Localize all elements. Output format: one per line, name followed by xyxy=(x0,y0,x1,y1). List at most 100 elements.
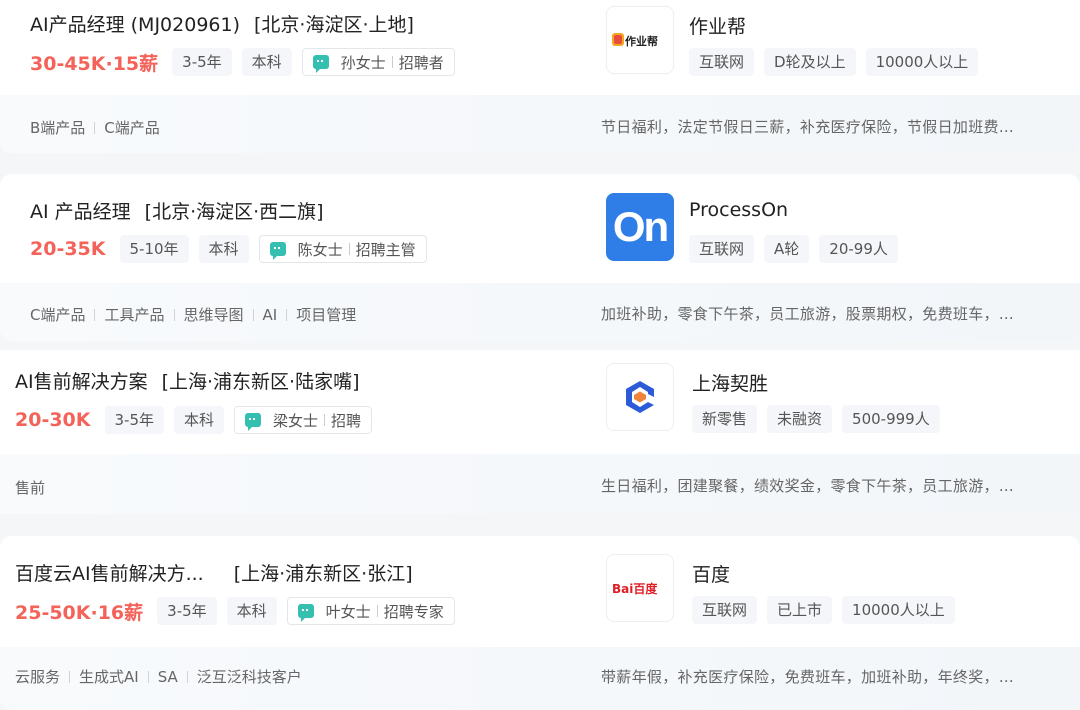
company-name[interactable]: ProcessOn xyxy=(689,199,788,221)
job-meta-row: 20-30K 3-5年 本科 梁女士 招聘 xyxy=(15,406,373,434)
salary: 20-30K xyxy=(15,409,91,431)
job-location: [北京·海淀区·上地] xyxy=(254,14,414,36)
size-tag: 10000人以上 xyxy=(842,596,955,624)
job-meta-row: 25-50K·16薪 3-5年 本科 叶女士 招聘专家 xyxy=(15,597,455,625)
welfare-text: 加班补助，零食下午茶，员工旅游，股票期权，免费班车，… xyxy=(601,305,1015,323)
welfare-text: 生日福利，团建聚餐，绩效奖金，零食下午茶，员工旅游，… xyxy=(601,477,1015,495)
company-logo[interactable]: Bai百度 xyxy=(606,554,674,622)
divider xyxy=(173,308,175,321)
chat-recruiter-button[interactable]: 叶女士 招聘专家 xyxy=(286,597,455,625)
recruiter-name: 孙女士 xyxy=(340,53,386,72)
recruiter-role: 招聘主管 xyxy=(355,240,416,259)
company-name[interactable]: 作业帮 xyxy=(689,12,746,39)
job-card[interactable]: AI售前解决方案 [上海·浦东新区·陆家嘴] 20-30K 3-5年 本科 梁女… xyxy=(0,350,1080,514)
job-footer: 售前 生日福利，团建聚餐，绩效奖金，零食下午茶，员工旅游，… xyxy=(0,454,1080,514)
recruiter-name: 陈女士 xyxy=(297,240,343,259)
job-location: [北京·海淀区·西二旗] xyxy=(144,201,324,223)
job-location: [上海·浦东新区·张江] xyxy=(233,563,413,585)
industry-tag: 互联网 xyxy=(692,596,758,624)
chat-bubble-icon xyxy=(297,604,314,622)
company-name[interactable]: 上海契胜 xyxy=(692,369,768,396)
chat-recruiter-button[interactable]: 陈女士 招聘主管 xyxy=(258,235,427,263)
company-name[interactable]: 百度 xyxy=(692,560,730,587)
processon-logo-icon: On xyxy=(612,203,669,250)
company-logo[interactable] xyxy=(606,363,674,431)
skill-tags: B端产品 C端产品 xyxy=(30,117,160,138)
company-logo[interactable]: On xyxy=(606,193,674,261)
company-tags: 互联网 已上市 10000人以上 xyxy=(692,596,965,624)
experience-tag: 5-10年 xyxy=(119,235,189,263)
job-footer: C端产品 工具产品 思维导图 AI 项目管理 加班补助，零食下午茶，员工旅游，股… xyxy=(0,283,1080,341)
divider xyxy=(348,243,350,255)
divider xyxy=(391,56,393,68)
skill-tags: 云服务 生成式AI SA 泛互泛科技客户 xyxy=(15,666,302,687)
experience-tag: 3-5年 xyxy=(172,48,232,76)
welfare-text: 节日福利，法定节假日三薪，补充医疗保险，节假日加班费… xyxy=(601,118,1015,136)
skill-tags: C端产品 工具产品 思维导图 AI 项目管理 xyxy=(30,304,356,325)
divider xyxy=(69,670,71,683)
size-tag: 10000人以上 xyxy=(865,48,979,76)
recruiter-role: 招聘者 xyxy=(398,53,444,72)
job-card[interactable]: AI产品经理 (MJ020961) [北京·海淀区·上地] 30-45K·15薪… xyxy=(0,0,1080,153)
welfare-text: 带薪年假，补充医疗保险，免费班车，加班补助，年终奖，… xyxy=(601,668,1015,686)
company-logo[interactable]: 作业帮 xyxy=(606,6,674,74)
education-tag: 本科 xyxy=(198,235,249,263)
chat-recruiter-button[interactable]: 梁女士 招聘 xyxy=(234,406,373,434)
company-tags: 新零售 未融资 500-999人 xyxy=(692,405,950,433)
job-meta-row: 30-45K·15薪 3-5年 本科 孙女士 招聘者 xyxy=(30,48,455,76)
job-title[interactable]: AI产品经理 (MJ020961) xyxy=(30,10,240,37)
education-tag: 本科 xyxy=(174,406,225,434)
chat-recruiter-button[interactable]: 孙女士 招聘者 xyxy=(301,48,455,76)
divider xyxy=(147,670,149,683)
qisheng-logo-icon xyxy=(626,381,654,413)
size-tag: 20-99人 xyxy=(819,235,898,263)
job-card[interactable]: 百度云AI售前解决方... [上海·浦东新区·张江] 25-50K·16薪 3-… xyxy=(0,536,1080,710)
svg-text:作业帮: 作业帮 xyxy=(625,34,658,48)
divider xyxy=(252,308,254,321)
job-title-row[interactable]: AI 产品经理 [北京·海淀区·西二旗] xyxy=(30,197,324,224)
skill-tags: 售前 xyxy=(15,477,45,498)
industry-tag: 互联网 xyxy=(689,235,755,263)
job-title[interactable]: 百度云AI售前解决方... xyxy=(15,559,204,586)
skill-tag: 泛互泛科技客户 xyxy=(196,668,302,686)
job-title-row[interactable]: 百度云AI售前解决方... [上海·浦东新区·张江] xyxy=(15,559,413,586)
funding-tag: A轮 xyxy=(764,235,810,263)
funding-tag: 未融资 xyxy=(767,405,833,433)
job-title[interactable]: AI售前解决方案 xyxy=(15,367,148,394)
svg-text:Bai百度: Bai百度 xyxy=(612,581,658,596)
recruiter-name: 梁女士 xyxy=(273,411,319,430)
job-title-row[interactable]: AI售前解决方案 [上海·浦东新区·陆家嘴] xyxy=(15,367,360,394)
divider xyxy=(286,308,288,321)
skill-tag: 项目管理 xyxy=(296,306,357,324)
salary: 25-50K·16薪 xyxy=(15,601,144,624)
skill-tag: C端产品 xyxy=(104,119,160,137)
skill-tag: 生成式AI xyxy=(79,668,139,686)
chat-bubble-icon xyxy=(312,55,329,73)
divider xyxy=(94,308,96,321)
skill-tag: 思维导图 xyxy=(183,306,244,324)
skill-tag: C端产品 xyxy=(30,306,86,324)
industry-tag: 新零售 xyxy=(692,405,758,433)
job-card[interactable]: AI 产品经理 [北京·海淀区·西二旗] 20-35K 5-10年 本科 陈女士… xyxy=(0,174,1080,341)
job-footer: 云服务 生成式AI SA 泛互泛科技客户 带薪年假，补充医疗保险，免费班车，加班… xyxy=(0,647,1080,710)
job-footer: B端产品 C端产品 节日福利，法定节假日三薪，补充医疗保险，节假日加班费… xyxy=(0,95,1080,153)
chat-bubble-icon xyxy=(269,242,286,260)
skill-tag: SA xyxy=(157,667,178,686)
skill-tag: B端产品 xyxy=(30,119,86,137)
chat-bubble-icon xyxy=(245,413,262,431)
divider xyxy=(94,121,96,134)
education-tag: 本科 xyxy=(226,597,277,625)
job-location: [上海·浦东新区·陆家嘴] xyxy=(161,371,360,393)
job-title-row[interactable]: AI产品经理 (MJ020961) [北京·海淀区·上地] xyxy=(30,10,414,37)
job-title[interactable]: AI 产品经理 xyxy=(30,197,131,224)
baidu-logo-icon: Bai百度 xyxy=(612,581,658,596)
zuoyebang-logo-icon: 作业帮 xyxy=(612,33,658,48)
job-meta-row: 20-35K 5-10年 本科 陈女士 招聘主管 xyxy=(30,235,427,263)
company-tags: 互联网 D轮及以上 10000人以上 xyxy=(689,48,988,76)
funding-tag: D轮及以上 xyxy=(764,48,856,76)
divider xyxy=(376,605,378,617)
recruiter-role: 招聘专家 xyxy=(383,602,444,621)
divider xyxy=(324,414,326,426)
company-tags: 互联网 A轮 20-99人 xyxy=(689,235,908,263)
skill-tag: 云服务 xyxy=(15,668,61,686)
